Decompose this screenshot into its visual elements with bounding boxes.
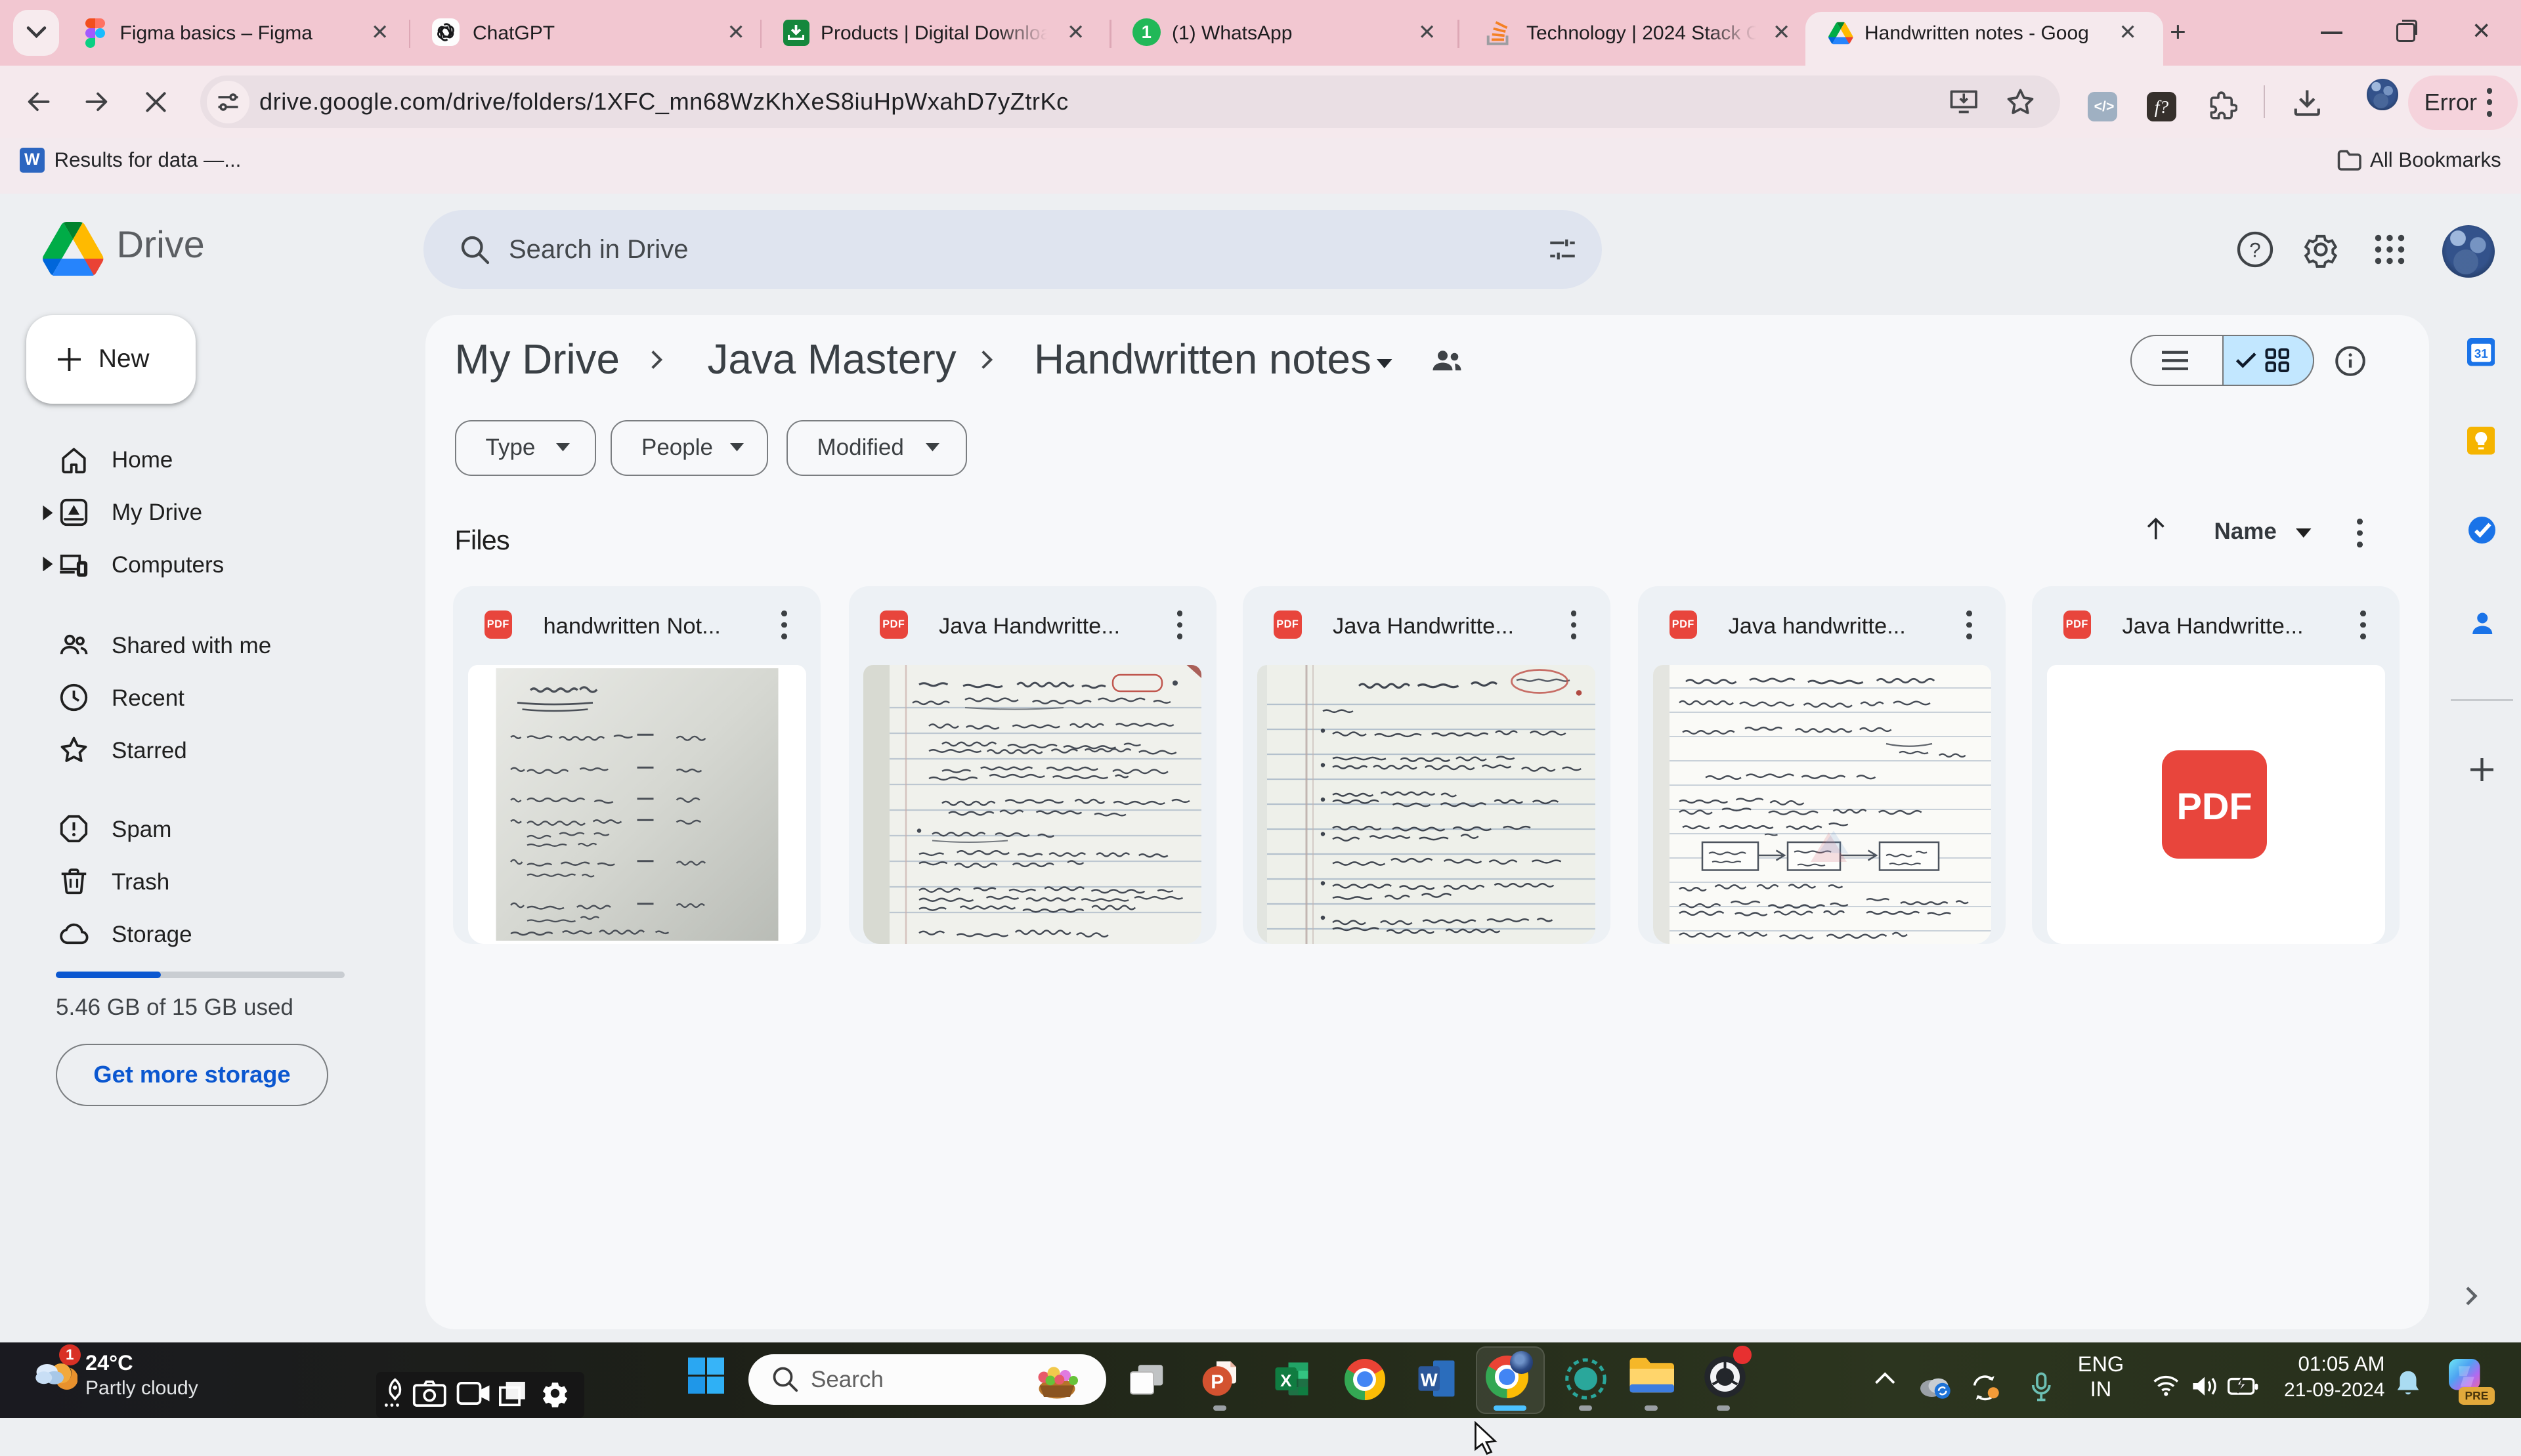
svg-text:31: 31 — [2474, 347, 2488, 360]
svg-text:W: W — [1420, 1369, 1437, 1390]
svg-text:P: P — [1211, 1371, 1224, 1393]
svg-text:X: X — [1280, 1370, 1292, 1390]
svg-text:?: ? — [2249, 238, 2260, 261]
svg-text:PDF: PDF — [2176, 786, 2252, 828]
